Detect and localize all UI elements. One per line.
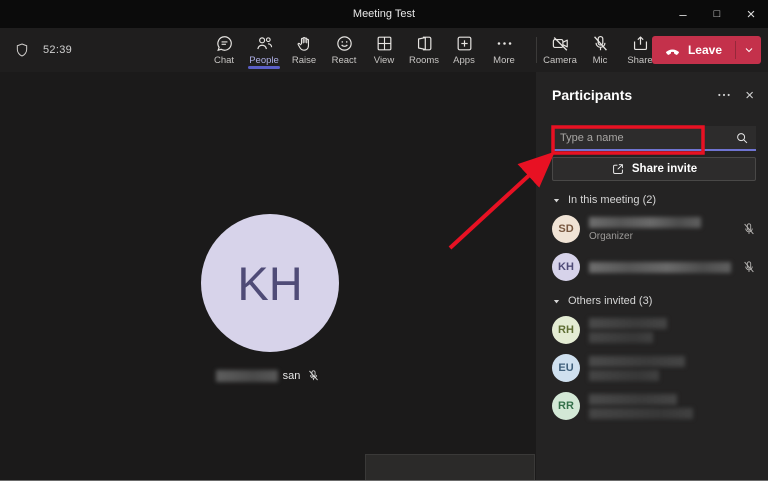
section-others-invited[interactable]: Others invited (3)	[552, 295, 756, 307]
panel-header: Participants ×	[536, 72, 768, 111]
react-smiley-icon	[335, 34, 354, 53]
redacted-name	[589, 331, 653, 343]
panel-title: Participants	[552, 87, 633, 103]
tab-react[interactable]: React	[324, 28, 364, 72]
tab-raise[interactable]: Raise	[284, 28, 324, 72]
meeting-stage: KH san SD	[0, 72, 536, 480]
main-participant-avatar: KH	[201, 214, 339, 352]
participant-row-sd[interactable]: SD Organizer	[552, 214, 756, 244]
tab-apps[interactable]: Apps	[444, 28, 484, 72]
leave-button[interactable]: Leave	[652, 36, 735, 64]
people-icon	[255, 34, 274, 53]
more-ellipsis-icon	[495, 34, 514, 53]
meeting-timer: 52:39	[43, 44, 73, 56]
avatar: RR	[552, 392, 580, 420]
window-title: Meeting Test	[352, 8, 416, 20]
redacted-name	[589, 407, 693, 419]
rooms-door-icon	[415, 34, 434, 53]
name-suffix: san	[282, 369, 301, 382]
device-buttons: Camera Mic Share	[540, 28, 660, 72]
leave-button-group: Leave	[651, 36, 761, 64]
participant-row-kh[interactable]: KH	[552, 252, 756, 282]
participant-search	[552, 126, 756, 151]
raise-hand-icon	[295, 34, 314, 53]
apps-plus-icon	[455, 34, 474, 53]
redacted-name	[589, 216, 701, 228]
camera-off-icon	[551, 34, 570, 53]
participant-role: Organizer	[589, 230, 633, 242]
triangle-collapse-icon	[552, 196, 561, 205]
tab-chat[interactable]: Chat	[204, 28, 244, 72]
phone-hangup-icon	[664, 42, 681, 59]
leave-options-button[interactable]	[736, 36, 761, 64]
panel-close-button[interactable]: ×	[745, 88, 754, 103]
tab-view[interactable]: View	[364, 28, 404, 72]
toolbar-divider	[536, 37, 537, 63]
mic-muted-icon	[591, 34, 610, 53]
mic-muted-icon	[742, 260, 756, 274]
search-icon[interactable]	[735, 131, 749, 145]
redacted-name	[589, 355, 685, 367]
meeting-info: 52:39	[14, 28, 72, 72]
mic-muted-icon	[742, 222, 756, 236]
titlebar: Meeting Test – □ ×	[0, 0, 768, 28]
window-controls: – □ ×	[666, 0, 768, 28]
chevron-down-icon	[743, 44, 755, 56]
mic-muted-icon	[307, 369, 320, 382]
camera-toggle-button[interactable]: Camera	[540, 28, 580, 72]
participants-panel: Participants × Share invite In this meet…	[536, 72, 768, 480]
mic-toggle-button[interactable]: Mic	[580, 28, 620, 72]
redacted-name	[589, 261, 731, 273]
view-grid-icon	[375, 34, 394, 53]
tab-people[interactable]: People	[244, 28, 284, 72]
redacted-name	[589, 369, 659, 381]
search-input[interactable]	[552, 126, 756, 151]
participant-row-rr[interactable]: RR	[552, 391, 756, 421]
share-invite-icon	[611, 162, 625, 176]
triangle-collapse-icon	[552, 297, 561, 306]
redacted-name	[589, 393, 677, 405]
redacted-name	[589, 317, 667, 329]
avatar: EU	[552, 354, 580, 382]
tab-rooms[interactable]: Rooms	[404, 28, 444, 72]
share-screen-icon	[631, 34, 650, 53]
tab-more[interactable]: More	[484, 28, 524, 72]
maximize-button[interactable]: □	[700, 0, 734, 28]
share-invite-button[interactable]: Share invite	[552, 157, 756, 181]
self-view-tile[interactable]: SD	[365, 454, 535, 480]
avatar: RH	[552, 316, 580, 344]
shield-icon	[14, 42, 30, 58]
participant-row-eu[interactable]: EU	[552, 353, 756, 383]
toolbar-tabs: Chat People Raise React View Rooms Apps …	[204, 28, 524, 72]
meeting-toolbar: 52:39 Chat People Raise React View Rooms…	[0, 28, 768, 72]
avatar: SD	[552, 215, 580, 243]
main-participant-nametag: san	[0, 369, 536, 382]
panel-more-options-button[interactable]	[716, 87, 732, 103]
teams-meeting-window: Meeting Test – □ × 52:39 Chat People Rai…	[0, 0, 768, 481]
close-button[interactable]: ×	[734, 0, 768, 28]
minimize-button[interactable]: –	[666, 0, 700, 28]
section-in-this-meeting[interactable]: In this meeting (2)	[552, 194, 756, 206]
chat-icon	[215, 34, 234, 53]
redacted-name	[215, 369, 278, 382]
participant-row-rh[interactable]: RH	[552, 315, 756, 345]
avatar: KH	[552, 253, 580, 281]
